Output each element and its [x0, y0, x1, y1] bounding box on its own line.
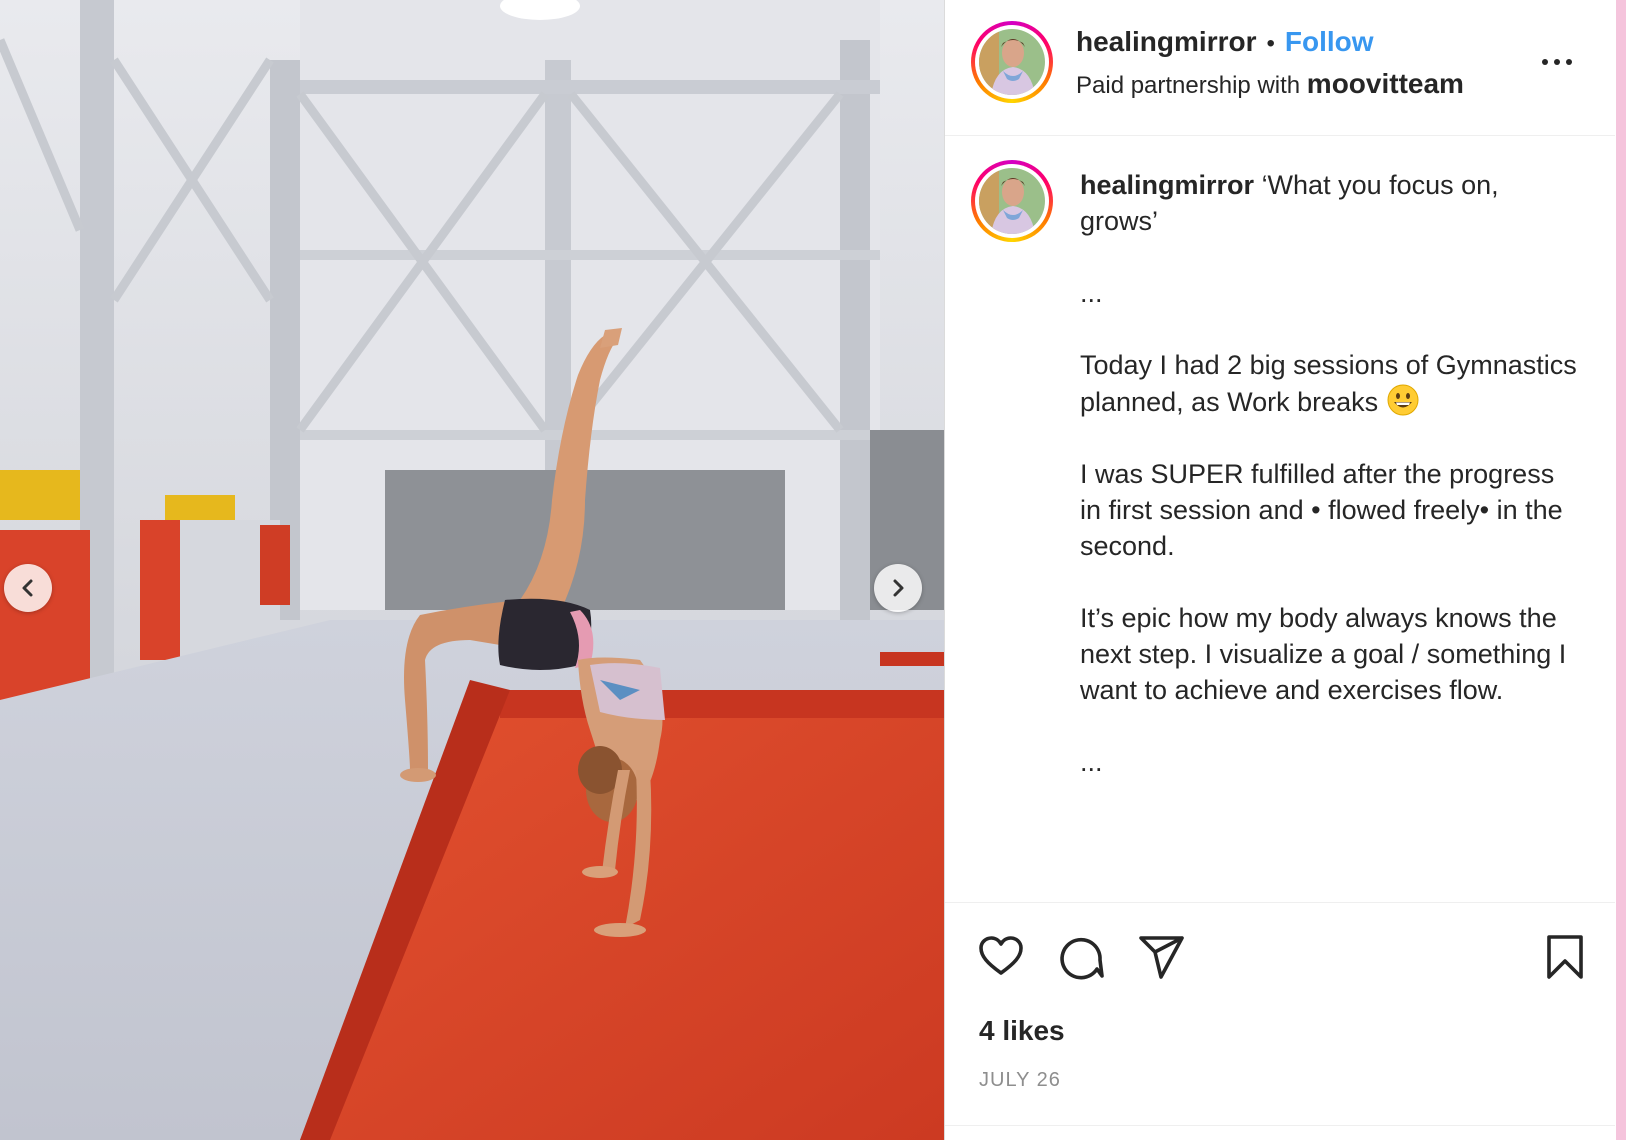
comment-icon — [1060, 937, 1104, 980]
next-image-button[interactable] — [874, 564, 922, 612]
post-sidebar: healingmirror • Follow Paid partnership wi… — [944, 0, 1626, 1140]
share-button[interactable] — [1137, 933, 1185, 981]
post-header: healingmirror • Follow Paid partnership wi… — [945, 0, 1615, 136]
post-date[interactable]: JULY 26 — [979, 1069, 1061, 1092]
caption-username[interactable]: healingmirror — [1080, 170, 1254, 200]
comment-bar-divider — [945, 1125, 1615, 1140]
likes-count[interactable]: 4 likes — [979, 1015, 1065, 1047]
header-title: healingmirror • Follow — [1076, 26, 1374, 58]
post-actions: 4 likes JULY 26 — [945, 902, 1615, 1140]
heart-icon — [979, 936, 1023, 975]
post-media[interactable] — [0, 0, 944, 1140]
separator-dot: • — [1266, 30, 1275, 57]
share-icon — [1139, 936, 1184, 979]
avatar[interactable] — [971, 21, 1053, 103]
partnership-prefix: Paid partnership with — [1076, 72, 1301, 99]
gymnastics-photo — [0, 0, 944, 1140]
partner-link[interactable]: moovitteam — [1307, 68, 1464, 99]
like-button[interactable] — [977, 933, 1025, 981]
avatar-image — [979, 168, 1045, 234]
window-edge — [1616, 0, 1626, 1140]
caption-paragraph-3: It’s epic how my body always knows the n… — [1080, 603, 1567, 705]
previous-image-button[interactable] — [4, 564, 52, 612]
more-horizontal-icon — [1542, 59, 1572, 65]
partnership-label: Paid partnership with moovitteam — [1076, 68, 1464, 100]
comment-button[interactable] — [1057, 933, 1105, 981]
caption-area: healingmirror ‘What you focus on, grows’… — [945, 137, 1615, 902]
grinning-face-icon — [1387, 384, 1419, 416]
caption-avatar[interactable] — [971, 160, 1053, 242]
caption-paragraph-1: Today I had 2 big sessions of Gymnastics… — [1080, 350, 1577, 417]
post-caption: healingmirror ‘What you focus on, grows’… — [1080, 167, 1580, 780]
chevron-left-icon — [22, 579, 33, 597]
username-link[interactable]: healingmirror — [1076, 26, 1256, 57]
follow-button[interactable]: Follow — [1285, 26, 1374, 57]
more-options-button[interactable] — [1537, 52, 1577, 72]
chevron-right-icon — [893, 579, 904, 597]
caption-ellipsis-1: ... — [1080, 278, 1103, 308]
caption-ellipsis-2: ... — [1080, 747, 1103, 777]
caption-paragraph-2: I was SUPER fulfilled after the progress… — [1080, 459, 1563, 561]
bookmark-icon — [1547, 935, 1583, 979]
avatar-image — [979, 29, 1045, 95]
save-button[interactable] — [1541, 933, 1589, 981]
